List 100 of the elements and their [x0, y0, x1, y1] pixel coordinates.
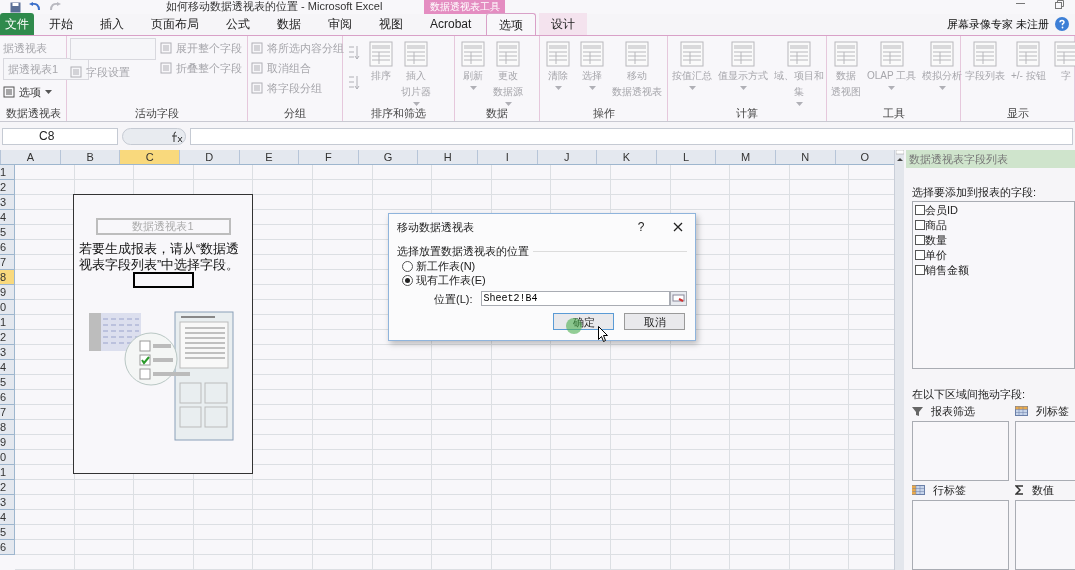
- dialog-title: 移动数据透视表: [397, 219, 474, 235]
- radio-label[interactable]: 现有工作表(E): [416, 272, 486, 289]
- ribbon-tab[interactable]: Acrobat: [418, 13, 484, 35]
- column-header[interactable]: C: [119, 150, 179, 164]
- table-icon: [928, 40, 957, 68]
- close-icon[interactable]: [673, 222, 683, 232]
- caret-icon: [45, 90, 52, 94]
- name-box[interactable]: C8: [2, 127, 118, 145]
- ribbon-tab[interactable]: 视图: [367, 13, 415, 35]
- group-label: 排序和筛选: [370, 106, 427, 120]
- ribbon-tab[interactable]: 选项: [486, 13, 537, 35]
- active-cell-border: [133, 272, 194, 288]
- row-header[interactable]: 6: [0, 540, 15, 555]
- ribbon-tab[interactable]: 设计: [539, 13, 588, 35]
- row-header[interactable]: 0: [0, 450, 15, 465]
- row-header[interactable]: 1: [0, 315, 15, 330]
- field-name[interactable]: 销售金额: [925, 261, 969, 279]
- help-button[interactable]: ?: [631, 218, 651, 236]
- column-header[interactable]: K: [596, 150, 656, 164]
- field-name[interactable]: 会员ID: [925, 201, 958, 219]
- table-icon: [544, 40, 572, 68]
- column-header[interactable]: M: [715, 150, 775, 164]
- column-header[interactable]: H: [417, 150, 477, 164]
- row-header[interactable]: 1: [0, 165, 15, 180]
- row-header[interactable]: 3: [0, 495, 15, 510]
- row-header[interactable]: 2: [0, 330, 15, 345]
- drop-area[interactable]: [1015, 421, 1075, 481]
- row-header[interactable]: 4: [0, 210, 15, 225]
- table-icon: [402, 40, 430, 68]
- table-icon: [1014, 40, 1043, 68]
- field-name[interactable]: 单价: [925, 246, 947, 264]
- row-header[interactable]: 5: [0, 225, 15, 240]
- row-header[interactable]: 7: [0, 255, 15, 270]
- row-header[interactable]: 6: [0, 240, 15, 255]
- ribbon-tab[interactable]: 审阅: [316, 13, 364, 35]
- radio-button[interactable]: [402, 275, 413, 286]
- column-header[interactable]: I: [476, 150, 537, 164]
- file-tab[interactable]: 文件: [0, 13, 34, 35]
- row-header[interactable]: 5: [0, 525, 15, 540]
- field-checkbox[interactable]: [915, 265, 925, 275]
- ribbon-tab[interactable]: 数据: [265, 13, 313, 35]
- minimize-icon[interactable]: [1016, 3, 1025, 5]
- location-field[interactable]: Sheet2!B4: [480, 291, 670, 307]
- row-header[interactable]: 1: [0, 465, 15, 480]
- drop-area[interactable]: [912, 500, 1009, 570]
- table-icon: [729, 40, 757, 68]
- row-header[interactable]: 2: [0, 180, 15, 195]
- field-checkbox[interactable]: [915, 220, 925, 230]
- dialog-button[interactable]: 取消: [624, 313, 685, 330]
- column-header[interactable]: L: [655, 150, 716, 164]
- field-name[interactable]: 商品: [925, 216, 947, 234]
- row-header[interactable]: 4: [0, 360, 15, 375]
- column-header[interactable]: G: [357, 150, 418, 164]
- ribbon-tab[interactable]: 开始: [37, 13, 85, 35]
- ribbon-tab[interactable]: 插入: [88, 13, 136, 35]
- fx-icon[interactable]: [122, 127, 186, 145]
- radio-label[interactable]: 新工作表(N): [416, 258, 476, 275]
- row-header[interactable]: 9: [0, 435, 15, 450]
- group-label: 数据: [485, 106, 509, 120]
- column-header[interactable]: A: [0, 150, 60, 164]
- column-header[interactable]: E: [238, 150, 299, 164]
- scroll-up-icon[interactable]: [895, 150, 904, 164]
- ribbon-tab[interactable]: 页面布局: [139, 13, 211, 35]
- drop-area[interactable]: [1015, 500, 1075, 570]
- context-tab-group-label: 数据透视表工具: [424, 0, 505, 14]
- table-icon: [578, 40, 606, 68]
- row-header[interactable]: 8: [0, 420, 15, 435]
- collapse-dialog-icon[interactable]: [670, 291, 687, 307]
- row-header[interactable]: 3: [0, 195, 15, 210]
- help-icon[interactable]: [1055, 17, 1069, 31]
- field-name[interactable]: 数量: [925, 231, 947, 249]
- area-label: 列标签: [1036, 403, 1069, 419]
- vertical-scrollbar[interactable]: [894, 150, 904, 570]
- row-header[interactable]: 3: [0, 345, 15, 360]
- field-checkbox[interactable]: [915, 205, 925, 215]
- row-header[interactable]: 2: [0, 480, 15, 495]
- field-checkbox[interactable]: [915, 235, 925, 245]
- column-header[interactable]: D: [178, 150, 239, 164]
- row-header[interactable]: 0: [0, 300, 15, 315]
- formula-input[interactable]: [190, 127, 1073, 145]
- pivot-message: 若要生成报表，请从“数据透视表字段列表”中选择字段。: [79, 241, 241, 273]
- row-header[interactable]: 4: [0, 510, 15, 525]
- column-header[interactable]: N: [774, 150, 835, 164]
- restore-icon[interactable]: [1055, 0, 1065, 9]
- save-icon[interactable]: [10, 1, 21, 13]
- row-header[interactable]: 9: [0, 285, 15, 300]
- row-header[interactable]: 8: [0, 270, 15, 285]
- drop-area[interactable]: [912, 421, 1009, 481]
- row-header[interactable]: 7: [0, 405, 15, 420]
- row-header[interactable]: 5: [0, 375, 15, 390]
- options-menu-button[interactable]: 选项: [3, 82, 52, 102]
- row-header[interactable]: 6: [0, 390, 15, 405]
- ribbon-tab[interactable]: 公式: [214, 13, 262, 35]
- sort-icon: [348, 74, 360, 92]
- field-checkbox[interactable]: [915, 250, 925, 260]
- column-header[interactable]: J: [536, 150, 597, 164]
- drag-fields-label: 在以下区域间拖动字段:: [912, 386, 1027, 402]
- column-header[interactable]: F: [298, 150, 358, 164]
- radio-button[interactable]: [402, 261, 413, 272]
- undo-icon[interactable]: [29, 2, 41, 12]
